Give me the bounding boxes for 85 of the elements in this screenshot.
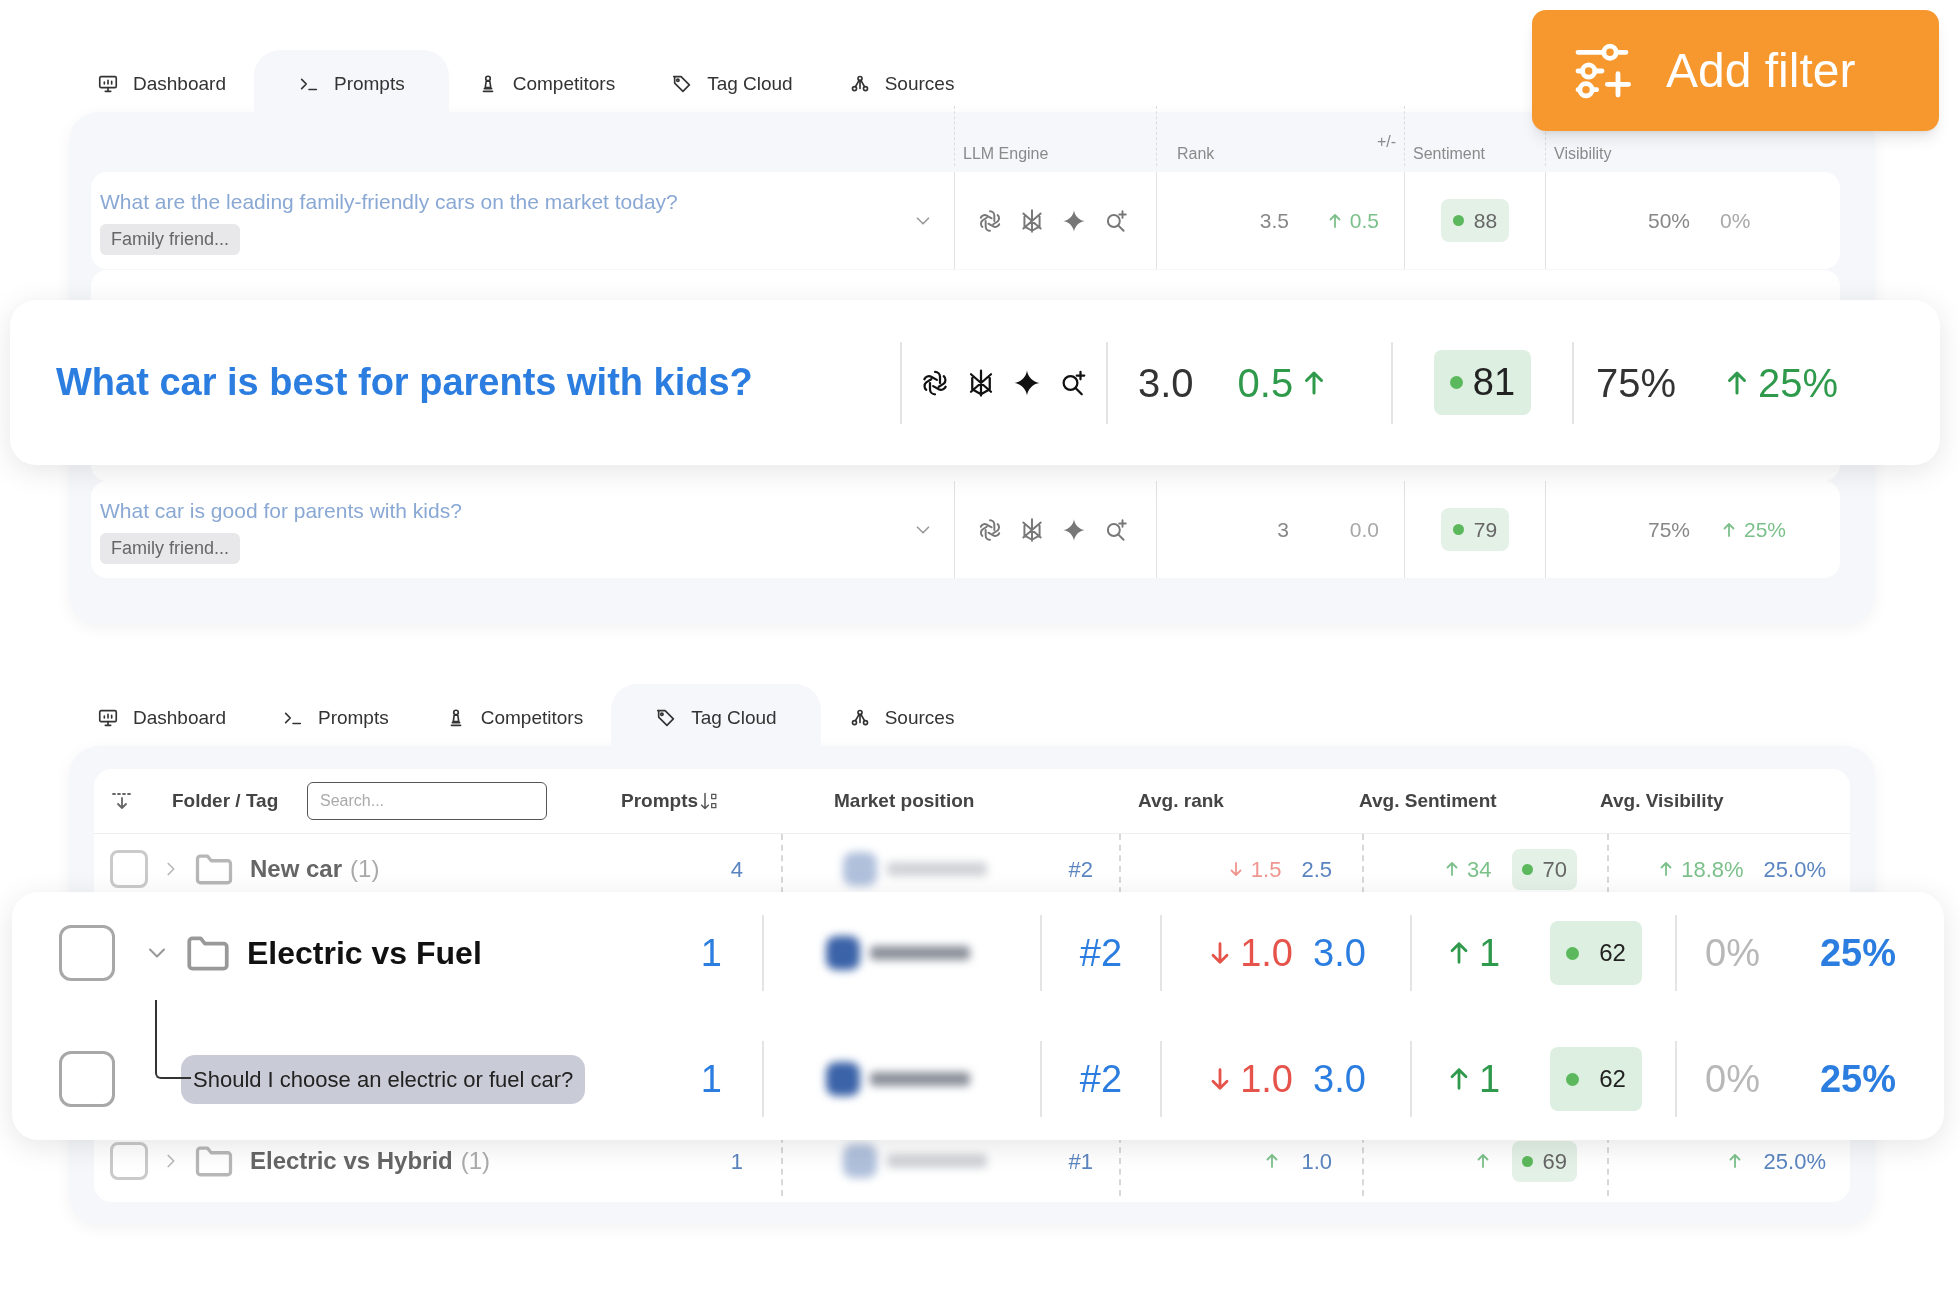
visibility-value: 75% (1647, 516, 1690, 543)
prompt-count: 1 (700, 1056, 722, 1102)
avg-rank: 2.5 (1301, 855, 1332, 884)
visibility-change: 0% (1705, 930, 1760, 976)
folder-name[interactable]: Electric vs Fuel (247, 929, 482, 977)
tab[interactable]: Tag Cloud (643, 56, 821, 112)
sentiment-badge: 62 (1550, 1047, 1642, 1111)
rank-change: 0.0 (1349, 516, 1379, 543)
rank-change: 1.5 (1250, 855, 1282, 884)
asterisk-icon (1019, 207, 1045, 234)
tag-label: Family friend... (100, 532, 241, 564)
market-position: #2 (1079, 930, 1123, 976)
column-header: Avg. Visibility (1600, 788, 1724, 813)
sentiment-badge: 70 (1511, 848, 1577, 890)
market-position: #2 (1068, 855, 1093, 884)
avg-rank: 3.0 (1313, 930, 1366, 976)
tab[interactable]: Sources (820, 56, 983, 112)
rank-value: 3.0 (1138, 359, 1194, 407)
monitor-icon (97, 707, 119, 729)
search-field[interactable]: Search... (307, 782, 547, 820)
monitor-icon (97, 73, 119, 95)
checkbox[interactable] (110, 1142, 148, 1180)
column-header: +/- (1376, 132, 1396, 152)
folder-name[interactable]: New car (250, 851, 343, 887)
column-header: Visibility (1554, 144, 1612, 164)
visibility-value: 25% (1819, 930, 1896, 976)
visibility-change: 0% (1720, 207, 1751, 234)
sentiment-change: 34 (1467, 855, 1492, 884)
checkbox[interactable] (110, 850, 148, 888)
rank-change: 1.0 (1240, 1056, 1293, 1102)
rank-change: 1.0 (1240, 930, 1293, 976)
rank-value: 3 (1277, 516, 1289, 543)
column-header[interactable]: Prompts (621, 786, 699, 816)
prompt-link[interactable]: What car is best for parents with kids? (56, 361, 753, 403)
tab[interactable]: Prompts (253, 690, 417, 746)
sentiment-badge: 69 (1511, 1140, 1577, 1182)
avg-rank: 1.0 (1301, 1147, 1332, 1176)
sentiment-badge: 79 (1440, 507, 1510, 552)
visibility-value: 25% (1819, 1056, 1896, 1102)
column-header: LLM Engine (963, 144, 1049, 164)
visibility-change: 25% (1758, 359, 1839, 407)
tab[interactable]: Competitors (416, 690, 612, 746)
tab[interactable]: Dashboard (69, 56, 254, 112)
column-header: Avg. Sentiment (1359, 788, 1498, 813)
sentiment-change: 1 (1479, 930, 1501, 976)
rank-change: 0.5 (1237, 359, 1294, 407)
prompt-count: 1 (700, 930, 722, 976)
visibility-change: 18.8% (1681, 855, 1744, 884)
visibility-value: 25.0% (1763, 1147, 1826, 1176)
tab[interactable]: Tag Cloud (611, 684, 821, 746)
knot-icon (977, 516, 1003, 543)
sentiment-badge: 88 (1440, 198, 1510, 243)
visibility-value: 75% (1596, 359, 1677, 407)
prompt-chip[interactable]: Should I choose an electric or fuel car? (181, 1054, 586, 1104)
tab[interactable]: Competitors (448, 56, 644, 112)
sentiment-badge: 81 (1433, 350, 1532, 415)
visibility-value: 25.0% (1763, 855, 1826, 884)
rank-value: 3.5 (1259, 207, 1289, 234)
visibility-value: 50% (1647, 207, 1690, 234)
avg-rank: 3.0 (1313, 1056, 1366, 1102)
knot-icon (977, 207, 1003, 234)
column-header: Rank (1177, 144, 1215, 164)
tag-label: Family friend... (100, 223, 241, 255)
prompt-count: 4 (730, 855, 743, 884)
tab[interactable]: Dashboard (69, 690, 254, 746)
checkbox[interactable] (59, 925, 115, 981)
column-header: Folder / Tag (172, 788, 280, 813)
sentiment-change: 1 (1479, 1056, 1501, 1102)
visibility-change: 25% (1744, 516, 1787, 543)
asterisk-icon (1019, 516, 1045, 543)
column-header: Sentiment (1413, 144, 1486, 164)
rank-change: 0.5 (1349, 207, 1379, 234)
item-count: (1) (350, 854, 380, 884)
sentiment-badge: 62 (1550, 921, 1642, 985)
market-position: #1 (1068, 1147, 1093, 1176)
tab[interactable]: Sources (820, 690, 983, 746)
folder-name[interactable]: Electric vs Hybrid (250, 1143, 453, 1179)
prompt-count: 1 (730, 1147, 743, 1176)
item-count: (1) (460, 1146, 491, 1176)
market-position: #2 (1079, 1056, 1123, 1102)
column-header: Market position (834, 788, 976, 813)
column-header: Avg. rank (1138, 788, 1225, 813)
checkbox[interactable] (59, 1051, 115, 1107)
tab[interactable]: Prompts (253, 50, 449, 112)
visibility-change: 0% (1705, 1056, 1760, 1102)
